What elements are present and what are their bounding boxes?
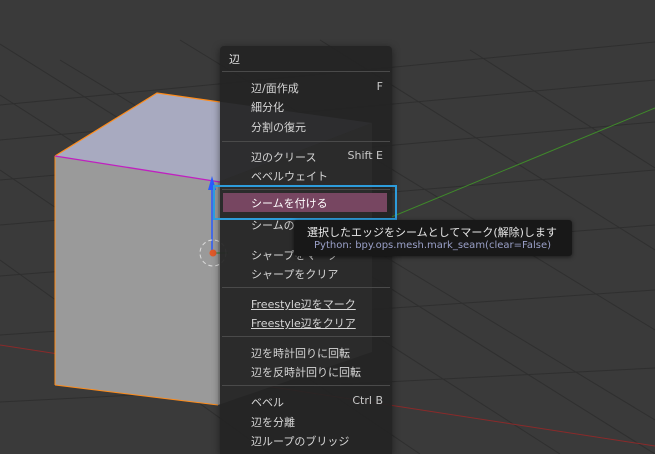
tooltip-python: Python: bpy.ops.mesh.mark_seam(clear=Fal… — [314, 240, 552, 251]
menu-item-label: ベベルウェイト — [251, 170, 328, 183]
menu-separator — [222, 287, 390, 288]
menu-item-bevel-weight[interactable]: ベベルウェイト — [220, 166, 392, 185]
menu-separator — [222, 71, 390, 72]
3d-cursor-center — [209, 249, 217, 257]
menu-separator — [222, 336, 390, 337]
focus-outline — [213, 185, 397, 220]
menu-item-edge-split[interactable]: 辺を分離 — [220, 412, 392, 431]
menu-item-clear-freestyle-edge[interactable]: Freestyle辺をクリア — [220, 313, 392, 332]
menu-item-rotate-edge-cw[interactable]: 辺を時計回りに回転 — [220, 343, 392, 362]
menu-item-shortcut: F — [376, 80, 383, 93]
menu-item-label: 辺/面作成 — [251, 82, 299, 95]
menu-item-rotate-edge-ccw[interactable]: 辺を反時計回りに回転 — [220, 362, 392, 381]
menu-item-make-edge-face[interactable]: 辺/面作成 F — [220, 78, 392, 97]
menu-item-bridge-edge-loops[interactable]: 辺ループのブリッジ — [220, 431, 392, 450]
menu-item-un-subdivide[interactable]: 分割の復元 — [220, 117, 392, 136]
menu-item-edge-crease[interactable]: 辺のクリース Shift E — [220, 147, 392, 166]
menu-item-label: 辺ループのブリッジ — [251, 435, 350, 448]
cube-front-face — [55, 156, 218, 405]
menu-separator — [222, 385, 390, 386]
menu-item-label: 辺を時計回りに回転 — [251, 347, 350, 360]
menu-item-label: シャープをクリア — [251, 268, 339, 281]
menu-title: 辺 — [229, 53, 240, 66]
menu-item-label: Freestyle辺をクリア — [251, 317, 356, 330]
menu-item-shortcut: Shift E — [347, 149, 383, 162]
menu-item-label: 細分化 — [251, 101, 284, 114]
menu-item-label: 辺のクリース — [251, 151, 317, 164]
tooltip: 選択したエッジをシームとしてマーク(解除)します Python: bpy.ops… — [294, 220, 572, 256]
menu-item-label: 分割の復元 — [251, 121, 306, 134]
menu-item-shortcut: Ctrl B — [352, 394, 383, 407]
menu-item-bevel[interactable]: ベベル Ctrl B — [220, 392, 392, 411]
menu-item-label: ベベル — [251, 396, 284, 409]
menu-item-label: 辺を反時計回りに回転 — [251, 366, 361, 379]
menu-item-label: 辺を分離 — [251, 416, 295, 429]
menu-separator — [222, 141, 390, 142]
menu-item-mark-freestyle-edge[interactable]: Freestyle辺をマーク — [220, 294, 392, 313]
menu-item-label: Freestyle辺をマーク — [251, 298, 356, 311]
menu-item-subdivide[interactable]: 細分化 — [220, 97, 392, 116]
menu-item-clear-sharp[interactable]: シャープをクリア — [220, 264, 392, 283]
tooltip-description: 選択したエッジをシームとしてマーク(解除)します — [307, 226, 557, 239]
